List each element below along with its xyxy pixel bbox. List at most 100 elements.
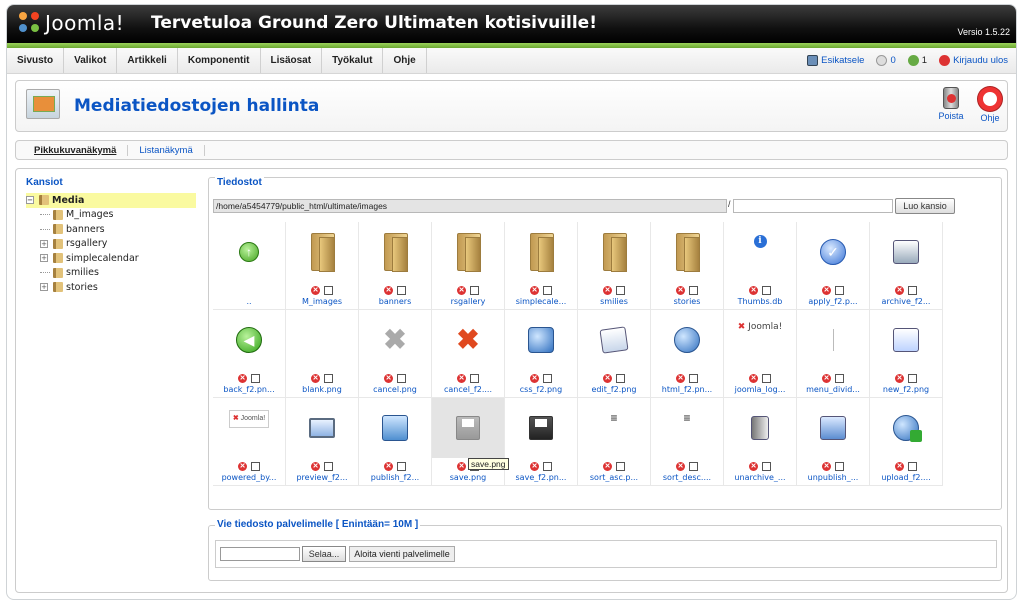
cancel-gray-icon[interactable]: ✖ — [359, 310, 431, 370]
expand-icon[interactable]: + — [40, 239, 48, 248]
file-name[interactable]: save_f2.pn... — [505, 473, 577, 482]
menu-item-6[interactable]: Ohje — [383, 48, 427, 73]
file-name[interactable]: cancel_f2.... — [432, 385, 504, 394]
tab-list-view[interactable]: Listanäkymä — [128, 144, 205, 156]
folder-icon[interactable] — [505, 222, 577, 282]
select-checkbox[interactable] — [908, 285, 917, 295]
media-item[interactable]: ✕ archive_f2... — [870, 222, 943, 310]
archive-icon[interactable] — [870, 222, 942, 282]
file-name[interactable]: stories — [651, 297, 723, 306]
media-item[interactable]: ✕ smilies — [578, 222, 651, 310]
media-item[interactable]: ✖ Joomla! ✕ powered_by... — [213, 398, 286, 486]
folder-item[interactable]: banners — [26, 222, 196, 237]
delete-icon[interactable]: ✕ — [895, 285, 904, 295]
media-item[interactable]: ✕ stories — [651, 222, 724, 310]
media-item[interactable]: ✖ ✕ cancel.png — [359, 310, 432, 398]
select-checkbox[interactable] — [689, 373, 698, 383]
media-item[interactable]: ✕ upload_f2.... — [870, 398, 943, 486]
apply-icon[interactable]: ✓ — [797, 222, 869, 282]
file-name[interactable]: blank.png — [286, 385, 358, 394]
preview-link[interactable]: Esikatsele — [807, 55, 864, 66]
delete-icon[interactable]: ✕ — [822, 373, 831, 383]
file-name[interactable]: save.png — [432, 473, 504, 482]
folder-item[interactable]: + stories — [26, 280, 196, 295]
delete-icon[interactable]: ✕ — [676, 285, 685, 295]
media-item[interactable]: ✕ blank.png — [286, 310, 359, 398]
delete-icon[interactable]: ✕ — [530, 461, 539, 471]
file-name[interactable]: apply_f2.p... — [797, 297, 869, 306]
delete-icon[interactable]: ✕ — [457, 285, 466, 295]
delete-icon[interactable]: ✕ — [749, 285, 758, 295]
delete-icon[interactable]: ✕ — [895, 373, 904, 383]
preview-icon[interactable] — [286, 398, 358, 458]
folder-item[interactable]: + rsgallery — [26, 237, 196, 252]
folder-icon[interactable] — [432, 222, 504, 282]
select-checkbox[interactable] — [689, 461, 698, 471]
delete-icon[interactable]: ✕ — [238, 373, 247, 383]
delete-icon[interactable]: ✕ — [311, 285, 320, 295]
media-item[interactable]: ✖ ✕ cancel_f2.... — [432, 310, 505, 398]
select-checkbox[interactable] — [397, 461, 406, 471]
file-name[interactable]: edit_f2.png — [578, 385, 650, 394]
up-icon[interactable]: ↑ — [213, 222, 285, 282]
unpublish-icon[interactable] — [797, 398, 869, 458]
media-item[interactable]: ✕ banners — [359, 222, 432, 310]
file-name[interactable]: powered_by... — [213, 473, 285, 482]
select-checkbox[interactable] — [470, 373, 479, 383]
media-item[interactable]: ✕ publish_f2... — [359, 398, 432, 486]
file-name[interactable]: rsgallery — [432, 297, 504, 306]
select-checkbox[interactable] — [324, 373, 333, 383]
menu-item-2[interactable]: Artikkeli — [117, 48, 178, 73]
file-name[interactable]: archive_f2... — [870, 297, 942, 306]
delete-icon[interactable]: ✕ — [384, 373, 393, 383]
folder-icon[interactable] — [359, 222, 431, 282]
select-checkbox[interactable] — [543, 461, 552, 471]
unarchive-icon[interactable] — [724, 398, 796, 458]
media-item[interactable]: ✕ save.png save.png — [432, 398, 509, 486]
create-folder-button[interactable]: Luo kansio — [895, 198, 955, 214]
folder-icon[interactable] — [578, 222, 650, 282]
delete-icon[interactable]: ✕ — [676, 461, 685, 471]
file-name[interactable]: banners — [359, 297, 431, 306]
media-item[interactable]: ✖ Joomla! ✕ joomla_log... — [724, 310, 797, 398]
select-checkbox[interactable] — [835, 373, 844, 383]
blank-icon[interactable] — [286, 310, 358, 370]
media-item[interactable]: ✓ ✕ apply_f2.p... — [797, 222, 870, 310]
file-name[interactable]: html_f2.pn... — [651, 385, 723, 394]
file-name[interactable]: back_f2.pn... — [213, 385, 285, 394]
menu-item-1[interactable]: Valikot — [64, 48, 118, 73]
delete-icon[interactable]: ✕ — [384, 461, 393, 471]
publish-icon[interactable] — [359, 398, 431, 458]
menu-item-0[interactable]: Sivusto — [7, 48, 65, 73]
divider-icon[interactable] — [797, 310, 869, 370]
delete-icon[interactable]: ✕ — [384, 285, 393, 295]
sort-desc-icon[interactable]: ≡ — [651, 398, 723, 458]
delete-icon[interactable]: ✕ — [822, 461, 831, 471]
delete-icon[interactable]: ✕ — [457, 373, 466, 383]
edit-icon[interactable] — [578, 310, 650, 370]
folder-item[interactable]: smilies — [26, 266, 196, 281]
expand-icon[interactable]: + — [40, 254, 48, 263]
select-checkbox[interactable] — [908, 373, 917, 383]
menu-item-4[interactable]: Lisäosat — [261, 48, 323, 73]
browse-button[interactable]: Selaa... — [302, 546, 346, 562]
media-item[interactable]: ✕ simplecale... — [505, 222, 578, 310]
file-name[interactable]: M_images — [286, 297, 358, 306]
media-item[interactable]: ✕ M_images — [286, 222, 359, 310]
media-item[interactable]: ◀ ✕ back_f2.pn... — [213, 310, 286, 398]
media-item[interactable]: ✕ rsgallery — [432, 222, 505, 310]
back-icon[interactable]: ◀ — [213, 310, 285, 370]
delete-icon[interactable]: ✕ — [895, 461, 904, 471]
select-checkbox[interactable] — [397, 373, 406, 383]
file-name[interactable]: upload_f2.... — [870, 473, 942, 482]
file-name[interactable]: new_f2.png — [870, 385, 942, 394]
expand-icon[interactable]: + — [40, 283, 48, 292]
messages-link[interactable]: 0 — [876, 55, 896, 66]
collapse-icon[interactable]: − — [26, 196, 34, 205]
file-name[interactable]: preview_f2... — [286, 473, 358, 482]
media-item[interactable]: ✕ save_f2.pn... — [505, 398, 578, 486]
logout-link[interactable]: Kirjaudu ulos — [939, 55, 1008, 66]
media-item[interactable]: ✕ unpublish_... — [797, 398, 870, 486]
upload-icon[interactable] — [870, 398, 942, 458]
select-checkbox[interactable] — [397, 285, 406, 295]
